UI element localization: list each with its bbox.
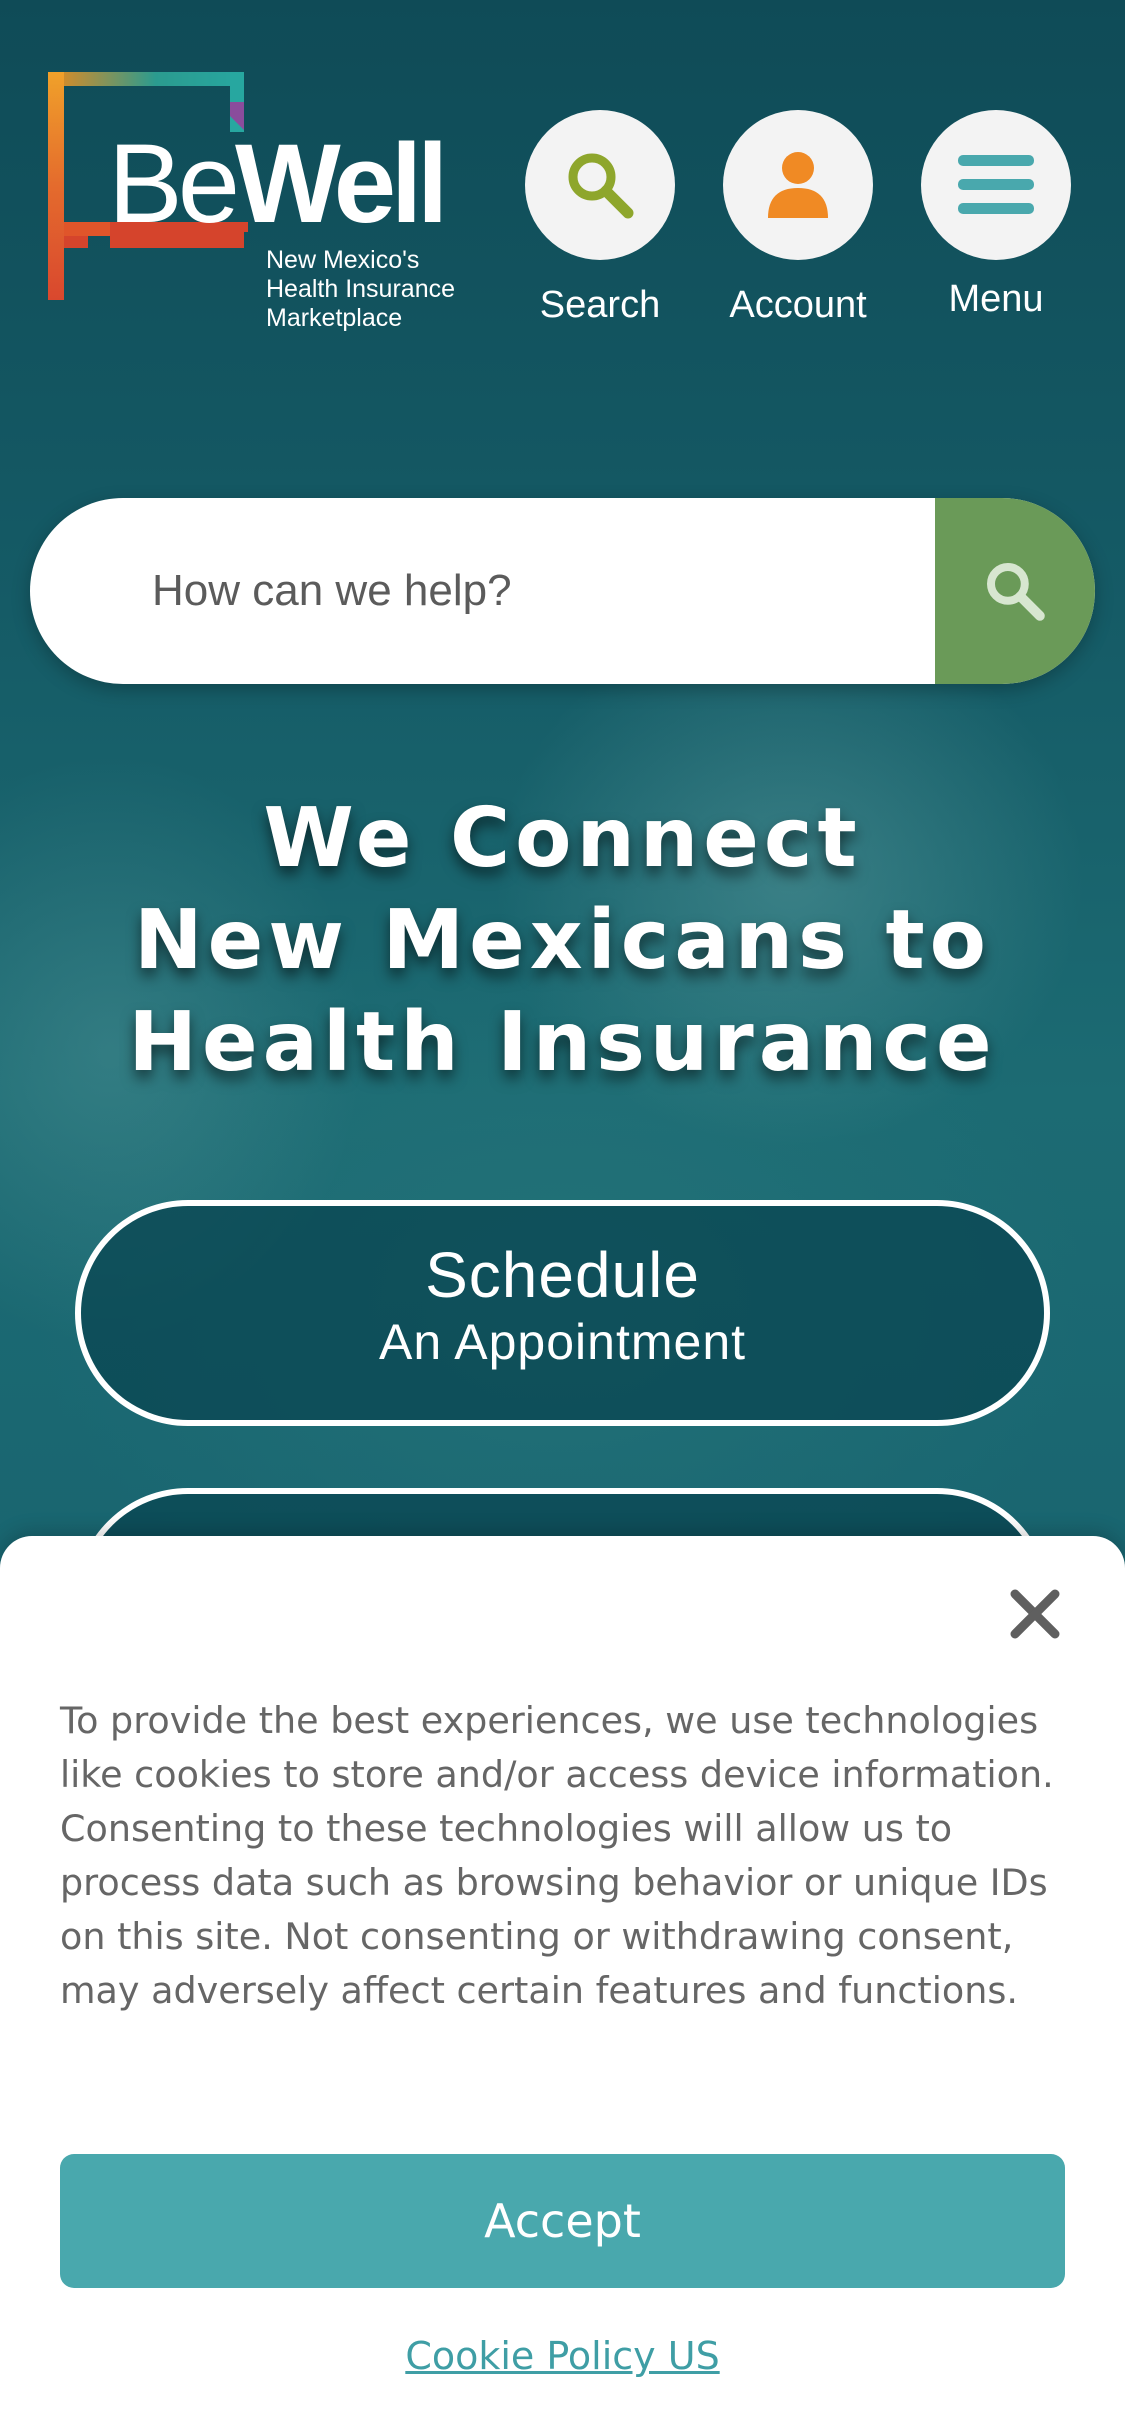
menu-nav-circle[interactable] <box>921 110 1071 260</box>
accept-cookies-button[interactable]: Accept <box>60 2154 1065 2288</box>
hero-title: We Connect New Mexicans to Health Insura… <box>0 788 1125 1094</box>
hamburger-icon <box>958 155 1034 214</box>
tagline-line: Health Insurance <box>266 275 456 303</box>
cookie-consent-text: To provide the best experiences, we use … <box>60 1699 1054 2012</box>
search-icon <box>987 563 1045 621</box>
logo-wordmark: BeWell <box>108 121 448 246</box>
search-nav-label: Search <box>539 284 661 326</box>
cookie-consent-banner: To provide the best experiences, we use … <box>0 1536 1125 2436</box>
menu-nav-button[interactable]: Menu <box>921 110 1071 321</box>
page: BeWell New Mexico's Health Insurance Mar… <box>0 0 1125 2436</box>
account-nav-button[interactable]: Account <box>723 110 873 327</box>
logo-tagline: New Mexico's Health Insurance Marketplac… <box>266 246 455 333</box>
close-icon[interactable] <box>1005 1584 1065 1644</box>
cta-sub-label: An Appointment <box>378 1314 747 1370</box>
search-nav-button[interactable]: Search <box>525 110 675 327</box>
search-nav-circle[interactable] <box>525 110 675 260</box>
tagline-line: New Mexico's <box>266 246 420 274</box>
account-nav-circle[interactable] <box>723 110 873 260</box>
help-search-input[interactable] <box>150 498 950 684</box>
menu-nav-label: Menu <box>948 278 1044 320</box>
search-submit-button[interactable] <box>935 498 1095 684</box>
hero-title-line: We Connect <box>263 791 862 886</box>
user-icon <box>768 152 828 218</box>
search-icon <box>568 153 634 219</box>
cta-main-label: Schedule <box>425 1239 700 1311</box>
tagline-line: Marketplace <box>266 304 403 332</box>
hero-title-line: Health Insurance <box>128 995 997 1090</box>
help-search-bar <box>30 498 1095 684</box>
account-nav-label: Account <box>729 284 867 326</box>
bewell-logo[interactable]: BeWell New Mexico's Health Insurance Mar… <box>48 72 488 342</box>
hero-title-line: New Mexicans to <box>134 893 991 988</box>
cookie-policy-link[interactable]: Cookie Policy US <box>0 2334 1125 2378</box>
schedule-appointment-button[interactable]: Schedule An Appointment <box>75 1200 1050 1426</box>
